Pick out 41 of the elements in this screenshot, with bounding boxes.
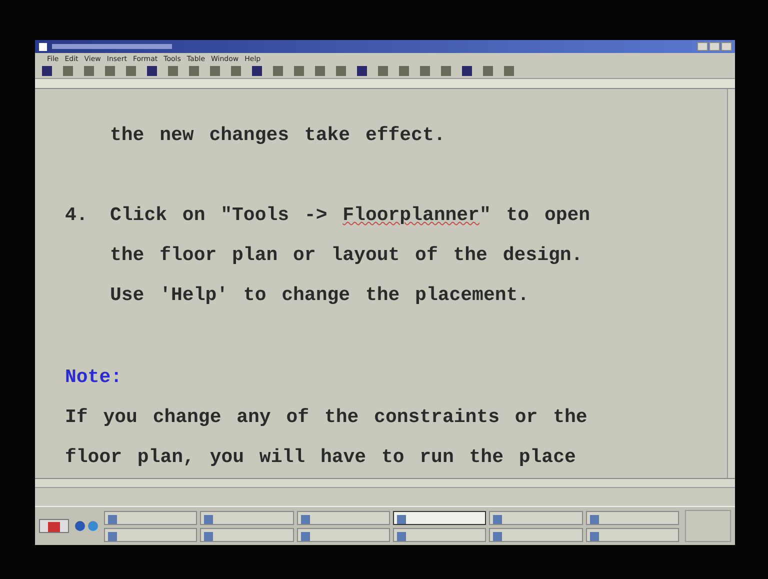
toolbar-icon[interactable] bbox=[167, 65, 179, 77]
minimize-button[interactable] bbox=[697, 42, 708, 51]
toolbar-icon[interactable] bbox=[83, 65, 95, 77]
system-tray bbox=[685, 510, 731, 542]
vertical-scrollbar[interactable] bbox=[727, 89, 735, 478]
note-heading: Note: bbox=[65, 365, 124, 390]
toolbar-icon[interactable] bbox=[41, 65, 53, 77]
text-line: the new changes take effect. bbox=[110, 123, 446, 148]
text-line: If you change any of the constraints or the bbox=[65, 405, 588, 430]
horizontal-scrollbar[interactable] bbox=[35, 478, 735, 487]
maximize-button[interactable] bbox=[709, 42, 720, 51]
toolbar-icon[interactable] bbox=[293, 65, 305, 77]
close-button[interactable] bbox=[721, 42, 732, 51]
list-number: 4. bbox=[65, 203, 89, 228]
text-line: Click on "Tools -> Floorplanner" to open bbox=[110, 203, 590, 228]
toolbar-icon[interactable] bbox=[251, 65, 263, 77]
toolbar-icon[interactable] bbox=[125, 65, 137, 77]
toolbar-icon[interactable] bbox=[230, 65, 242, 77]
toolbar-icon[interactable] bbox=[272, 65, 284, 77]
taskbar-button[interactable] bbox=[392, 510, 486, 524]
text-line: floor plan, you will have to run the place bbox=[65, 445, 577, 470]
text-line: the floor plan or layout of the design. bbox=[110, 243, 584, 268]
toolbar-icon[interactable] bbox=[356, 65, 368, 77]
toolbar-icon[interactable] bbox=[314, 65, 326, 77]
start-logo-icon bbox=[48, 522, 60, 532]
toolbar-icon[interactable] bbox=[62, 65, 74, 77]
toolbar-icon[interactable] bbox=[398, 65, 410, 77]
document-icon bbox=[38, 42, 48, 52]
toolbar-icon[interactable] bbox=[335, 65, 347, 77]
text-line: Use 'Help' to change the placement. bbox=[110, 283, 530, 308]
toolbar-icon[interactable] bbox=[440, 65, 452, 77]
toolbar-icon[interactable] bbox=[146, 65, 158, 77]
toolbar-icon[interactable] bbox=[104, 65, 116, 77]
toolbar-icon[interactable] bbox=[482, 65, 494, 77]
toolbar-icon[interactable] bbox=[209, 65, 221, 77]
toolbar-icon[interactable] bbox=[377, 65, 389, 77]
toolbar-icon[interactable] bbox=[503, 65, 515, 77]
toolbar-icon[interactable] bbox=[461, 65, 473, 77]
toolbar-icon[interactable] bbox=[419, 65, 431, 77]
toolbar-icon[interactable] bbox=[188, 65, 200, 77]
start-button[interactable] bbox=[39, 519, 69, 533]
